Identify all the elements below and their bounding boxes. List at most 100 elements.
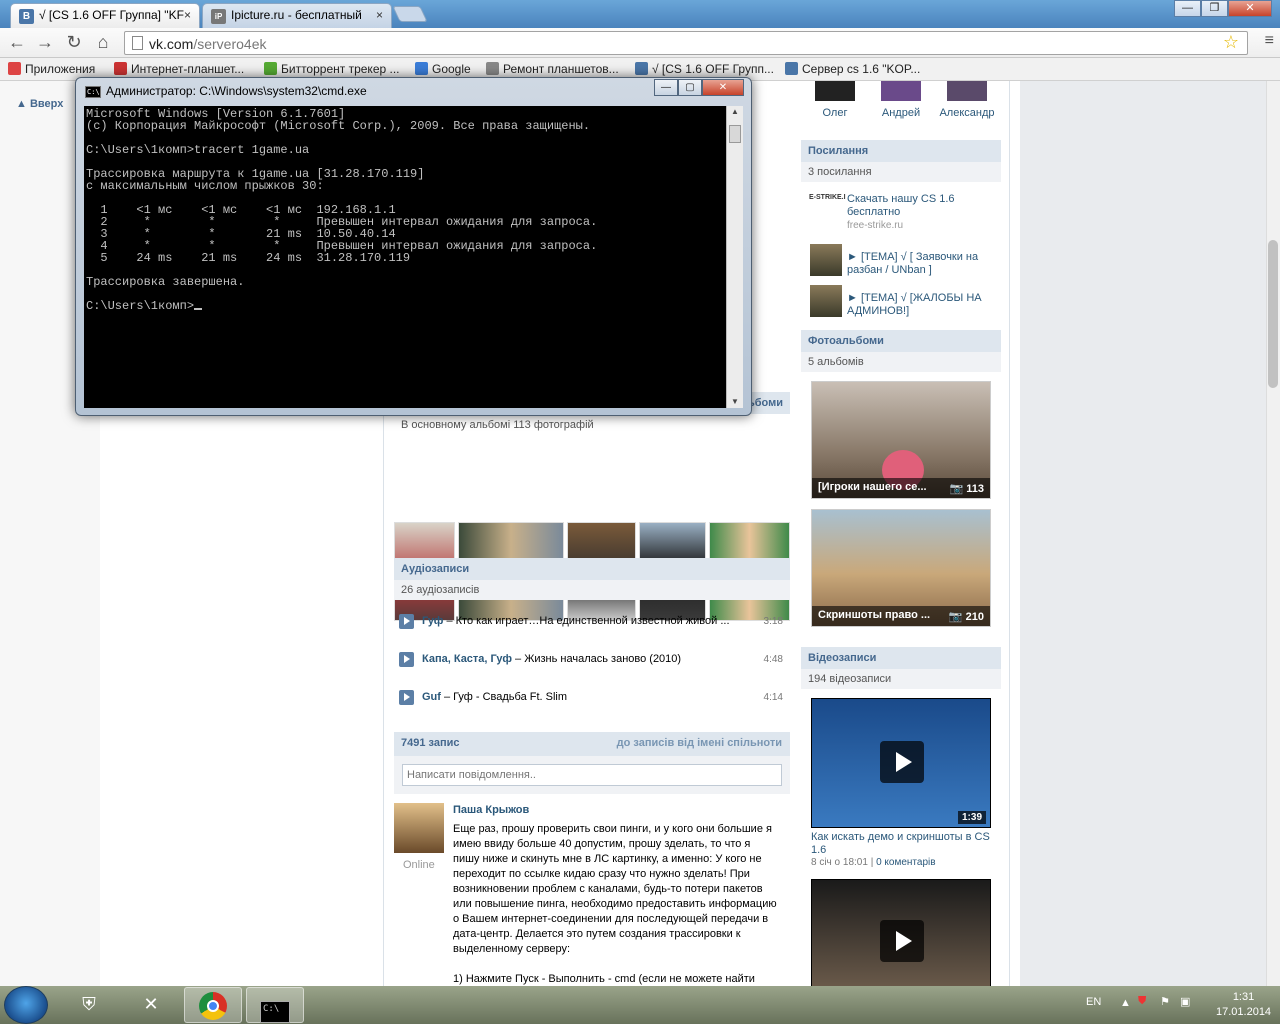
url-path: /servero4ek	[193, 36, 267, 52]
wall-filter-link[interactable]: до записів від імені спільноти	[617, 737, 782, 749]
play-icon[interactable]	[399, 652, 414, 667]
videos-count: 194 відеозаписи	[801, 669, 1001, 689]
page-scrollbar-thumb[interactable]	[1268, 240, 1278, 388]
wall-header: 7491 запис до записів від імені спільнот…	[394, 732, 790, 756]
scroll-up-arrow-icon[interactable]: ▲	[731, 107, 739, 116]
album-thumbnail[interactable]: Скриншоты право ... 📷 210	[811, 509, 991, 627]
console-line: Трассировка завершена.	[86, 275, 245, 289]
page-scrollbar[interactable]	[1266, 81, 1280, 986]
avatar[interactable]	[394, 803, 444, 853]
videos-header[interactable]: Відеозаписи	[801, 647, 1001, 669]
play-icon[interactable]	[880, 920, 924, 962]
play-icon[interactable]	[880, 741, 924, 783]
maximize-icon[interactable]: ❐	[1201, 0, 1228, 17]
bookmark-item[interactable]: Google	[415, 62, 471, 76]
cmd-window-controls: — ▢ ✕	[654, 79, 744, 96]
scroll-up-button[interactable]: ▲ Вверх	[16, 98, 63, 110]
wall-message-input[interactable]	[402, 764, 782, 786]
post-author[interactable]: Паша Крыжов	[453, 804, 529, 816]
url-host: vk.com	[149, 36, 194, 52]
console-line: 5 24 ms 21 ms 24 ms 31.28.170.119	[86, 251, 411, 265]
albums-count: 5 альбомів	[801, 352, 1001, 372]
cmd-icon: C:\	[260, 1001, 290, 1023]
new-tab-button[interactable]	[392, 6, 428, 22]
close-icon[interactable]: ✕	[702, 79, 744, 96]
forward-arrow-icon[interactable]: →	[34, 32, 56, 53]
bookmark-item[interactable]: Интернет-планшет...	[114, 62, 244, 76]
cmd-window: C:\ Администратор: C:\Windows\system32\c…	[75, 77, 752, 416]
back-arrow-icon[interactable]: ←	[6, 32, 28, 53]
maximize-icon[interactable]: ▢	[678, 79, 702, 96]
link-thumbnail[interactable]	[810, 285, 842, 317]
link-item[interactable]: Скачать нашу CS 1.6 бесплатно free-strik…	[847, 193, 997, 232]
minimize-icon[interactable]: —	[1174, 0, 1201, 17]
cmd-scrollbar[interactable]: ▲ ▼	[726, 106, 743, 408]
clock-date: 17.01.2014	[1216, 1006, 1272, 1018]
bookmark-item[interactable]: Битторрент трекер ...	[264, 62, 400, 76]
address-bar[interactable]: vk.com/servero4ek ☆	[124, 31, 1248, 55]
link-item[interactable]: ► [ТЕМА] √ [ Заявочки на разбан / UNban …	[847, 251, 997, 277]
link-item[interactable]: ► [ТЕМА] √ [ЖАЛОБЫ НА АДМИНОВ!]	[847, 292, 997, 318]
friend-item[interactable]: Олег	[807, 81, 863, 119]
album-thumbnail[interactable]: [Игроки нашего се... 📷 113	[811, 381, 991, 499]
video-thumbnail[interactable]	[811, 879, 991, 986]
tray-expand-icon[interactable]: ▲	[1120, 997, 1131, 1009]
security-shield-icon[interactable]: ⛊	[1138, 995, 1146, 1008]
start-button[interactable]	[4, 986, 48, 1024]
bookmark-item[interactable]: Сервер cs 1.6 "KOP...	[785, 62, 920, 76]
console-output: Microsoft Windows [Version 6.1.7601] (c) …	[86, 108, 724, 300]
browser-toolbar: ← → ↻ ⌂ vk.com/servero4ek ☆ ≡	[0, 28, 1280, 58]
tab-close-icon[interactable]: ×	[184, 8, 191, 22]
wall-count: 7491 запис	[401, 737, 460, 749]
taskbar-app-cmd[interactable]: C:\	[246, 987, 304, 1023]
tab-close-icon[interactable]: ×	[376, 8, 383, 22]
tab-ipicture[interactable]: iP Ipicture.ru - бесплатный ×	[202, 3, 392, 28]
bookmark-icon	[264, 62, 277, 75]
action-center-flag-icon[interactable]: ⚑	[1160, 995, 1170, 1008]
play-icon[interactable]	[399, 690, 414, 705]
console-line: (c) Корпорация Майкрософт (Microsoft Cor…	[86, 119, 591, 133]
network-icon[interactable]: ▣	[1180, 995, 1190, 1008]
post-text: Еще раз, прошу проверить свои пинги, и у…	[453, 823, 777, 985]
video-thumbnail[interactable]: 1:39	[811, 698, 991, 828]
link-thumbnail[interactable]	[810, 244, 842, 276]
links-header[interactable]: Посилання	[801, 140, 1001, 162]
taskbar-app-tool[interactable]: ✕	[122, 987, 180, 1023]
cmd-scrollbar-thumb[interactable]	[729, 125, 741, 143]
links-count: 3 посилання	[801, 162, 1001, 182]
friend-item[interactable]: Александр	[939, 81, 995, 119]
clock-time: 1:31	[1232, 991, 1255, 1003]
taskbar-app-chrome[interactable]	[184, 987, 242, 1023]
tanks-icon: ⛨	[82, 994, 96, 1014]
tab-strip: B √ [CS 1.6 OFF Группа] "KF × iP Ipictur…	[0, 0, 1280, 28]
google-icon	[415, 62, 428, 75]
crossed-tools-icon: ✕	[143, 994, 159, 1014]
bookmark-item[interactable]: Ремонт планшетов...	[486, 62, 619, 76]
vk-favicon-icon: B	[19, 9, 34, 24]
friend-item[interactable]: Андрей	[873, 81, 929, 119]
close-icon[interactable]: ✕	[1228, 0, 1272, 17]
video-comments-link[interactable]: 0 коментарів	[876, 857, 935, 868]
video-title[interactable]: Как искать демо и скриншоты в CS 1.6	[811, 831, 996, 857]
console-line: с максимальным числом прыжков 30:	[86, 179, 324, 193]
bookmark-item[interactable]: √ [CS 1.6 OFF Групп...	[635, 62, 774, 76]
clock[interactable]: 1:31 17.01.2014	[1216, 990, 1271, 1020]
cmd-console[interactable]: Microsoft Windows [Version 6.1.7601] (c) …	[84, 106, 726, 408]
friend-avatar	[947, 81, 987, 101]
albums-header[interactable]: Фотоальбоми	[801, 330, 1001, 352]
menu-icon[interactable]: ≡	[1265, 32, 1274, 50]
cmd-window-title: Администратор: C:\Windows\system32\cmd.e…	[106, 84, 367, 98]
taskbar-app-world-of-tanks[interactable]: ⛨	[60, 987, 118, 1023]
scroll-down-arrow-icon[interactable]: ▼	[731, 397, 739, 406]
home-icon[interactable]: ⌂	[92, 32, 114, 53]
bookmark-star-icon[interactable]: ☆	[1223, 32, 1239, 53]
play-icon[interactable]	[399, 614, 414, 629]
bookmark-apps[interactable]: Приложения	[8, 62, 95, 76]
language-indicator[interactable]: EN	[1086, 996, 1101, 1008]
ipicture-favicon-icon: iP	[211, 9, 226, 24]
reload-icon[interactable]: ↻	[63, 32, 85, 53]
tab-vk-group[interactable]: B √ [CS 1.6 OFF Группа] "KF ×	[10, 3, 200, 28]
photos-subtitle: В основному альбомі 113 фотографій	[401, 419, 594, 431]
minimize-icon[interactable]: —	[654, 79, 678, 96]
audio-header[interactable]: Аудіозаписи	[394, 558, 790, 580]
